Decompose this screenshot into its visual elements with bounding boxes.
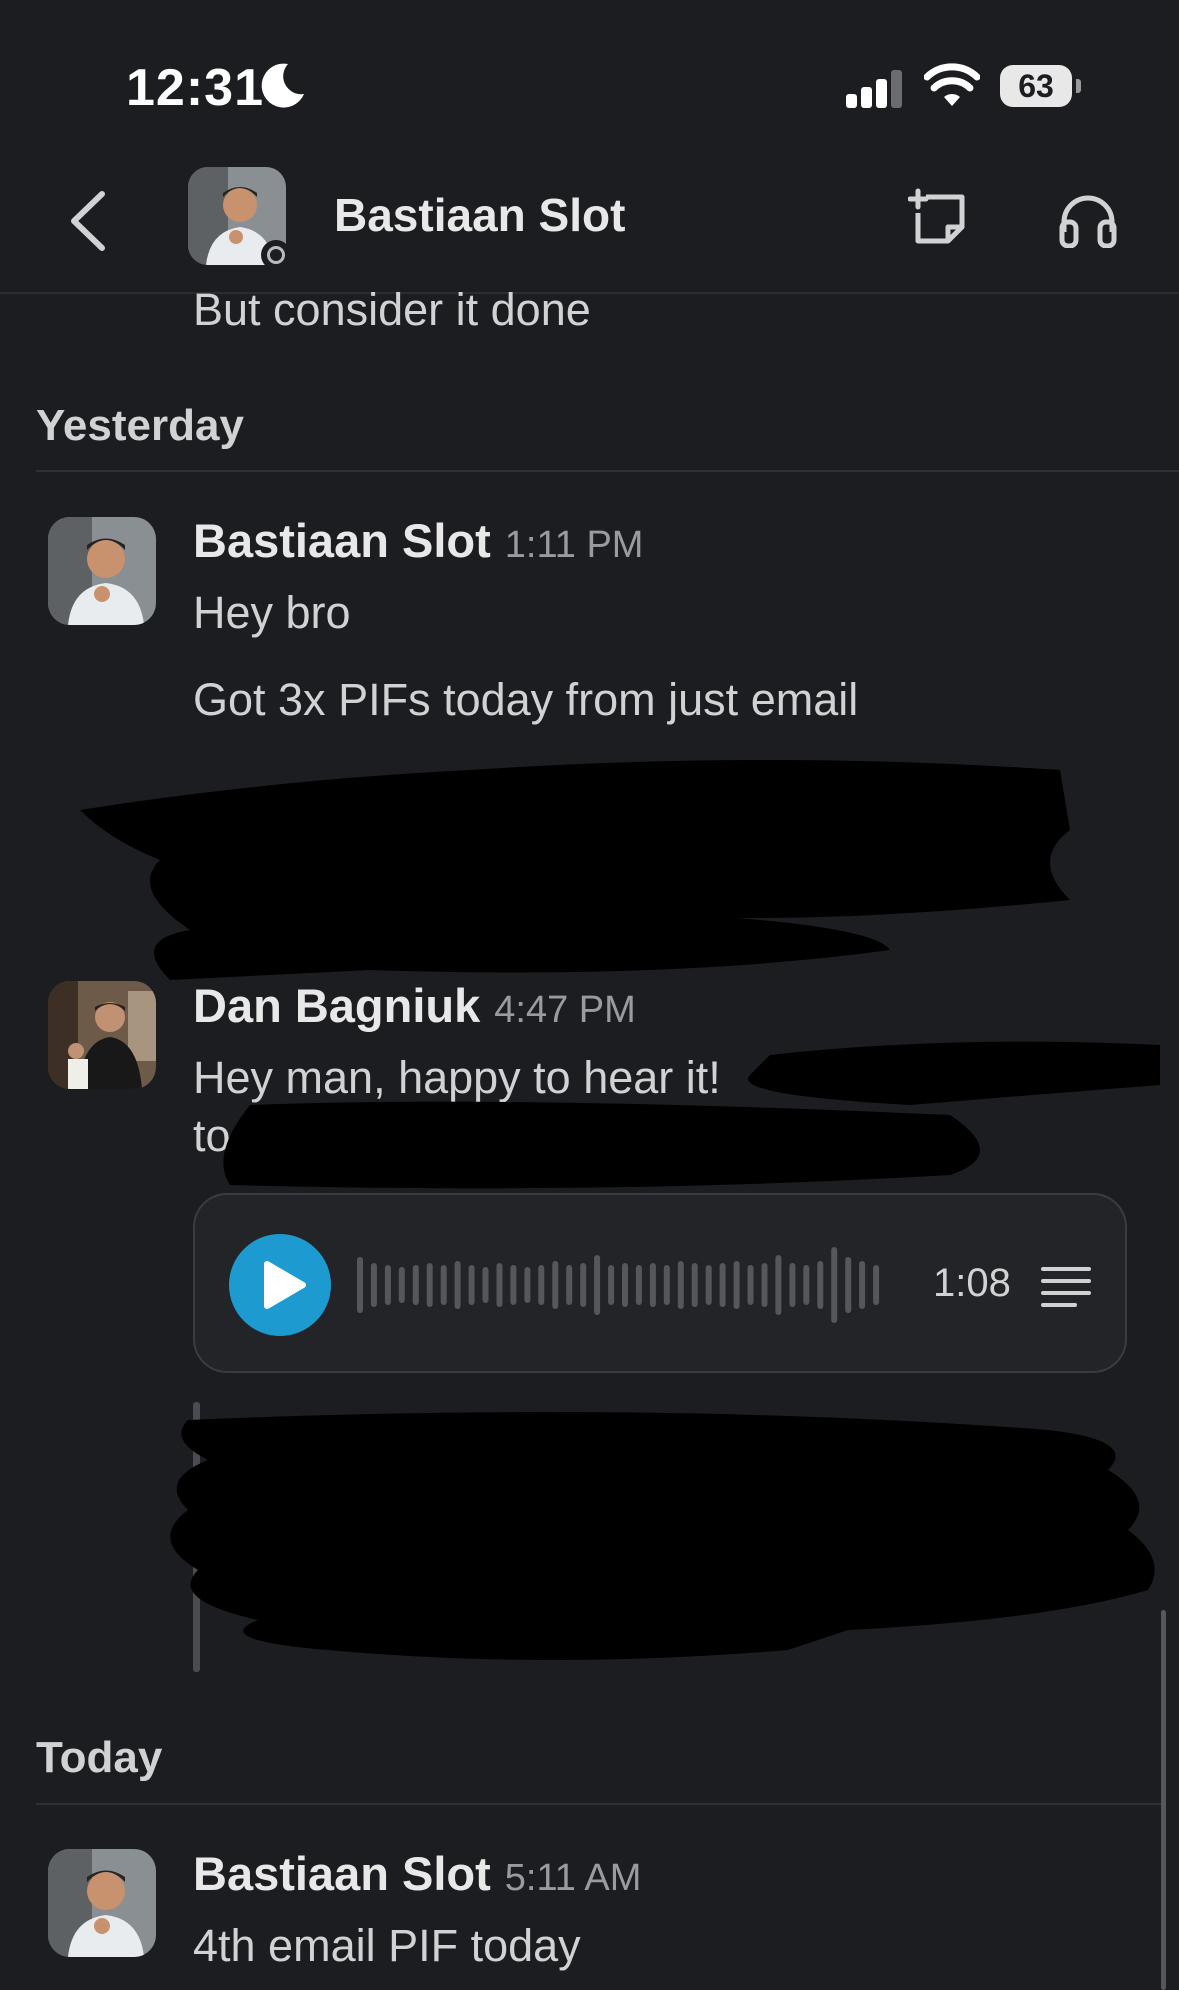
- waveform-bar: [496, 1263, 503, 1307]
- battery-nub: [1076, 79, 1081, 93]
- day-divider-rule: [36, 1803, 1163, 1805]
- waveform-bar: [552, 1261, 559, 1309]
- waveform-bar: [831, 1247, 838, 1323]
- waveform-bar: [594, 1255, 601, 1315]
- message-line: Got 3x PIFs today from just email: [193, 674, 859, 725]
- avatar[interactable]: [48, 517, 156, 625]
- waveform-bar: [370, 1263, 377, 1307]
- avatar[interactable]: [48, 981, 156, 1089]
- message-line: 4th email PIF today: [193, 1920, 581, 1971]
- waveform-bar: [873, 1265, 880, 1305]
- waveform-bar: [524, 1267, 531, 1303]
- waveform-bar: [747, 1265, 754, 1305]
- transcript-icon[interactable]: [1041, 1265, 1091, 1309]
- waveform-bar: [789, 1263, 796, 1307]
- message-header: Bastiaan Slot 1:11 PM: [193, 513, 643, 568]
- waveform-bar: [412, 1265, 419, 1305]
- audio-clip: 1:08: [193, 1193, 1127, 1373]
- waveform-bar: [440, 1265, 447, 1305]
- waveform-bar: [580, 1263, 587, 1307]
- sender-name[interactable]: Bastiaan Slot: [193, 1847, 491, 1900]
- day-divider-label: Yesterday: [36, 401, 244, 450]
- message-timestamp: 4:47 PM: [494, 989, 636, 1031]
- waveform-bar: [775, 1255, 782, 1315]
- waveform-bar: [663, 1265, 670, 1305]
- battery-icon: 63: [1000, 65, 1072, 107]
- message-line: Hey bro: [193, 587, 351, 638]
- day-divider-rule: [36, 470, 1179, 472]
- play-icon: [264, 1261, 306, 1309]
- waveform-bar: [482, 1267, 489, 1303]
- message-line: But consider it done: [193, 284, 591, 335]
- presence-indicator: [261, 240, 291, 270]
- waveform-bar: [649, 1263, 656, 1307]
- canvas-icon[interactable]: [908, 187, 972, 251]
- waveform-bar: [635, 1265, 642, 1305]
- waveform-bar: [566, 1265, 573, 1305]
- waveform-bar: [468, 1265, 475, 1305]
- back-chevron-icon[interactable]: [62, 188, 112, 254]
- message-timestamp: 1:11 PM: [504, 524, 644, 566]
- waveform-bar: [426, 1263, 433, 1307]
- waveform-bar: [454, 1261, 461, 1309]
- waveform-bar: [677, 1261, 684, 1309]
- channel-title[interactable]: Bastiaan Slot: [334, 188, 625, 242]
- battery-level: 63: [1018, 68, 1054, 104]
- day-divider-label: Today: [36, 1733, 163, 1782]
- waveform-bar: [622, 1263, 628, 1307]
- waveform-bar: [719, 1263, 726, 1307]
- waveform-bar: [510, 1265, 517, 1305]
- waveform-bar: [705, 1265, 712, 1305]
- waveform-bar: [691, 1263, 698, 1307]
- redaction-scribble: [80, 760, 1070, 980]
- status-time: 12:31: [126, 59, 264, 117]
- message-header: Dan Bagniuk 4:47 PM: [193, 978, 636, 1033]
- sender-name[interactable]: Dan Bagniuk: [193, 979, 480, 1032]
- redaction-scribble: [170, 1412, 1155, 1660]
- waveform-bar: [357, 1257, 363, 1313]
- waveform-bar: [817, 1261, 824, 1309]
- signal-icon: [846, 68, 902, 108]
- headphones-icon[interactable]: [1058, 192, 1118, 248]
- sender-name[interactable]: Bastiaan Slot: [193, 514, 491, 567]
- avatar[interactable]: [48, 1849, 156, 1957]
- waveform-bar: [733, 1261, 740, 1309]
- redaction-scribble: [223, 1041, 1160, 1189]
- waveform-bar: [761, 1263, 768, 1307]
- message-timestamp: 5:11 AM: [504, 1857, 642, 1899]
- scrollbar[interactable]: [1161, 1610, 1166, 1990]
- message-header: Bastiaan Slot 5:11 AM: [193, 1846, 641, 1901]
- waveform-bar: [538, 1265, 545, 1305]
- waveform-icon[interactable]: [355, 1245, 885, 1325]
- waveform-bar: [859, 1261, 866, 1309]
- waveform-bar: [845, 1257, 852, 1313]
- wifi-icon: [924, 63, 980, 106]
- moon-icon: [261, 63, 304, 108]
- audio-duration: 1:08: [933, 1261, 1011, 1305]
- play-button[interactable]: [229, 1234, 331, 1336]
- waveform-bar: [384, 1265, 391, 1305]
- waveform-bar: [803, 1265, 810, 1305]
- waveform-bar: [398, 1267, 405, 1303]
- waveform-bar: [608, 1265, 615, 1305]
